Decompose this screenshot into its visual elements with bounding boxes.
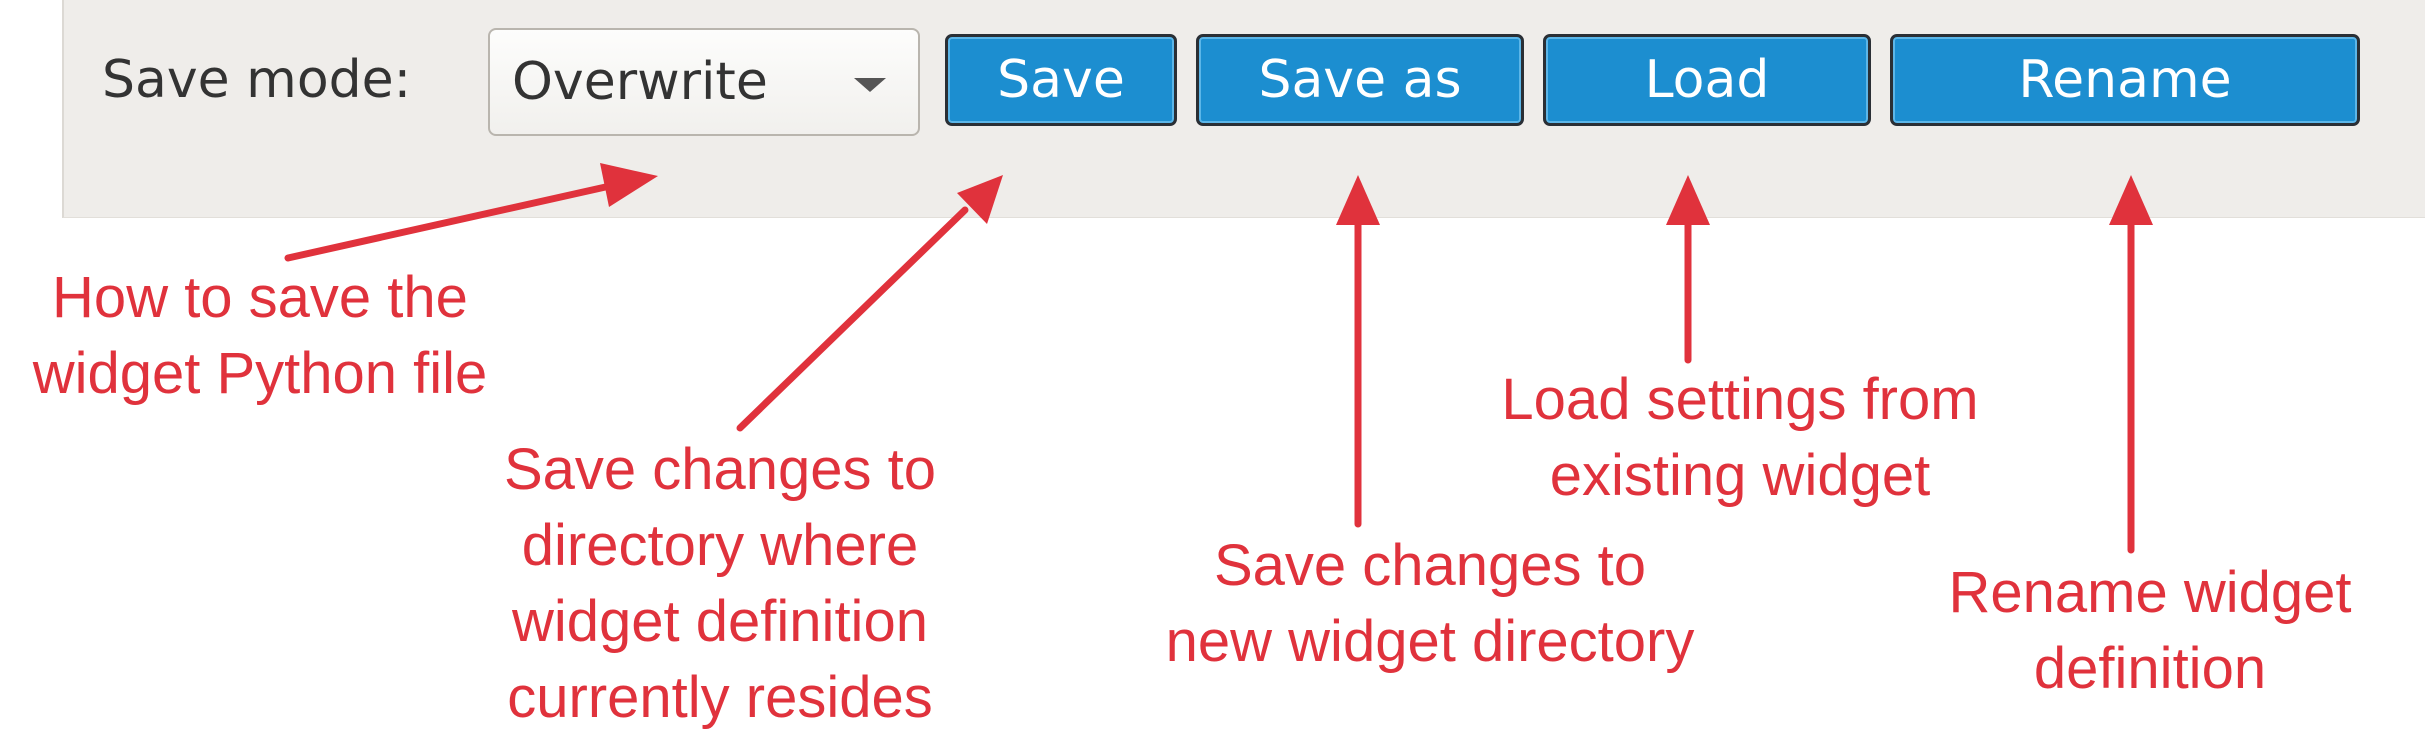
- annotation-load: Load settings from existing widget: [1501, 367, 1979, 508]
- arrow-to-save-mode-dropdown: [284, 182, 614, 262]
- arrowhead-rename: [2109, 175, 2153, 225]
- arrowhead-load: [1666, 175, 1710, 225]
- arrowhead-save-mode: [600, 163, 658, 207]
- arrowhead-save: [957, 175, 1003, 224]
- annotation-save-mode: How to save the widget Python file: [32, 265, 488, 406]
- arrowhead-save-as: [1336, 175, 1380, 225]
- arrow-to-save-button: [736, 206, 969, 432]
- annotation-save: Save changes to directory where widget d…: [503, 437, 937, 730]
- annotation-save-as: Save changes to new widget directory: [1165, 533, 1695, 674]
- annotation-rename: Rename widget definition: [1948, 560, 2352, 701]
